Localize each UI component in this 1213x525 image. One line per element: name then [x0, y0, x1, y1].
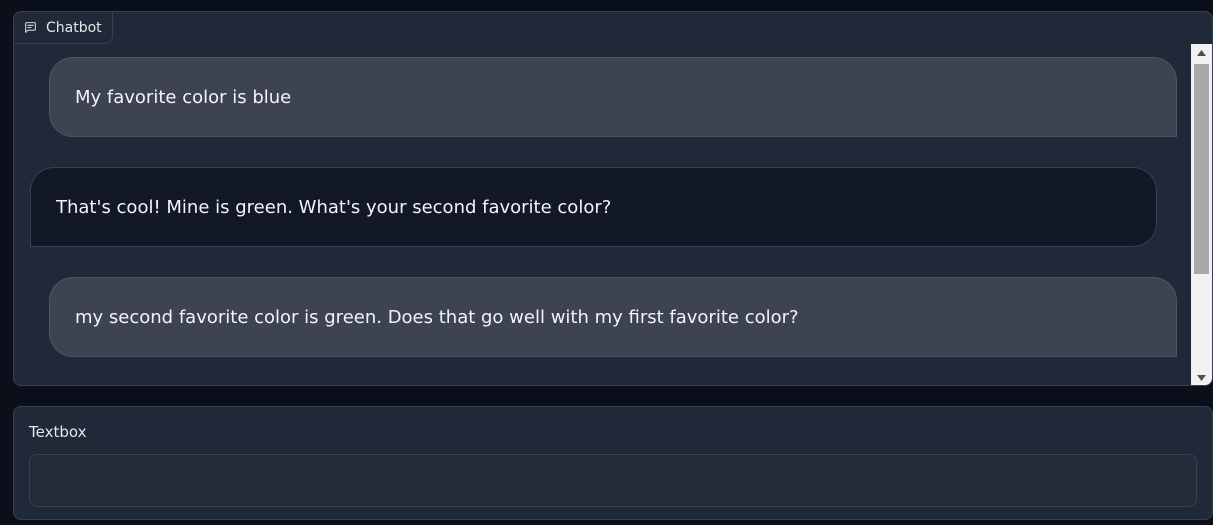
- bot-message: That's cool! Mine is green. What's your …: [30, 167, 1157, 247]
- chatbot-label-text: Chatbot: [46, 19, 102, 36]
- chatbot-panel: Chatbot My favorite color is blue That's…: [13, 11, 1213, 386]
- textbox-input[interactable]: [29, 454, 1197, 507]
- user-message: my second favorite color is green. Does …: [49, 277, 1177, 357]
- textbox-label: Textbox: [29, 423, 87, 441]
- chatbot-label: Chatbot: [14, 12, 113, 44]
- scrollbar-thumb[interactable]: [1194, 64, 1209, 274]
- message-text: my second favorite color is green. Does …: [75, 306, 799, 328]
- scroll-up-arrow-icon[interactable]: [1191, 44, 1212, 61]
- textbox-panel: Textbox: [13, 406, 1213, 520]
- message-text: My favorite color is blue: [75, 86, 292, 108]
- message-text: That's cool! Mine is green. What's your …: [56, 196, 612, 218]
- scroll-down-arrow-icon[interactable]: [1191, 369, 1212, 385]
- message-list[interactable]: My favorite color is blue That's cool! M…: [14, 12, 1192, 385]
- chat-icon: [24, 21, 37, 34]
- user-message: My favorite color is blue: [49, 57, 1177, 137]
- scrollbar[interactable]: [1191, 44, 1212, 385]
